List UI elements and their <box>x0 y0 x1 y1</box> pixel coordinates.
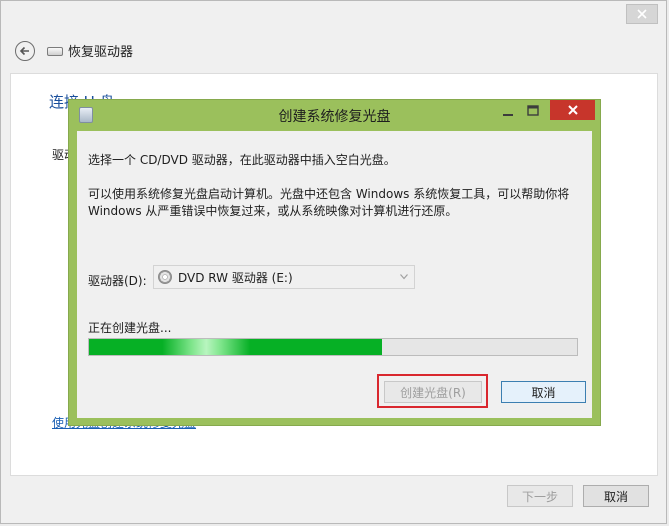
dialog-title: 创建系统修复光盘 <box>278 109 391 125</box>
back-arrow-icon <box>19 46 29 56</box>
chevron-down-icon <box>400 274 408 280</box>
drive-select[interactable]: DVD RW 驱动器 (E:) <box>153 265 415 289</box>
progress-fill <box>89 339 382 355</box>
cancel-button[interactable]: 取消 <box>583 485 649 507</box>
next-button[interactable]: 下一步 <box>507 485 573 507</box>
description-text: 可以使用系统修复光盘启动计算机。光盘中还包含 Windows 系统恢复工具，可以… <box>88 187 570 218</box>
minimize-button[interactable] <box>499 104 517 120</box>
dialog-close-button[interactable] <box>550 100 595 120</box>
drive-label: 驱动器(D): <box>88 274 147 288</box>
drive-select-value: DVD RW 驱动器 (E:) <box>178 270 293 285</box>
dvd-disc-icon <box>158 270 172 284</box>
system-repair-disc-dialog: 创建系统修复光盘 选择一个 CD/DVD 驱动器，在此驱动器中插入空白光盘。 可… <box>68 99 601 426</box>
instruction-text: 选择一个 CD/DVD 驱动器，在此驱动器中插入空白光盘。 <box>88 153 396 167</box>
back-button[interactable] <box>15 41 35 61</box>
drive-icon <box>47 47 63 56</box>
progress-bar <box>88 338 578 356</box>
dialog-cancel-button[interactable]: 取消 <box>501 381 586 403</box>
maximize-icon <box>527 105 539 116</box>
close-icon <box>637 9 647 19</box>
window-close-button[interactable] <box>626 4 658 24</box>
dialog-body: 选择一个 CD/DVD 驱动器，在此驱动器中插入空白光盘。 可以使用系统修复光盘… <box>77 131 592 418</box>
status-text: 正在创建光盘... <box>88 321 172 335</box>
minimize-icon <box>503 114 513 116</box>
maximize-button[interactable] <box>524 103 542 119</box>
close-icon <box>567 105 578 115</box>
create-disc-button[interactable]: 创建光盘(R) <box>384 381 482 403</box>
window-title: 恢复驱动器 <box>68 45 134 60</box>
